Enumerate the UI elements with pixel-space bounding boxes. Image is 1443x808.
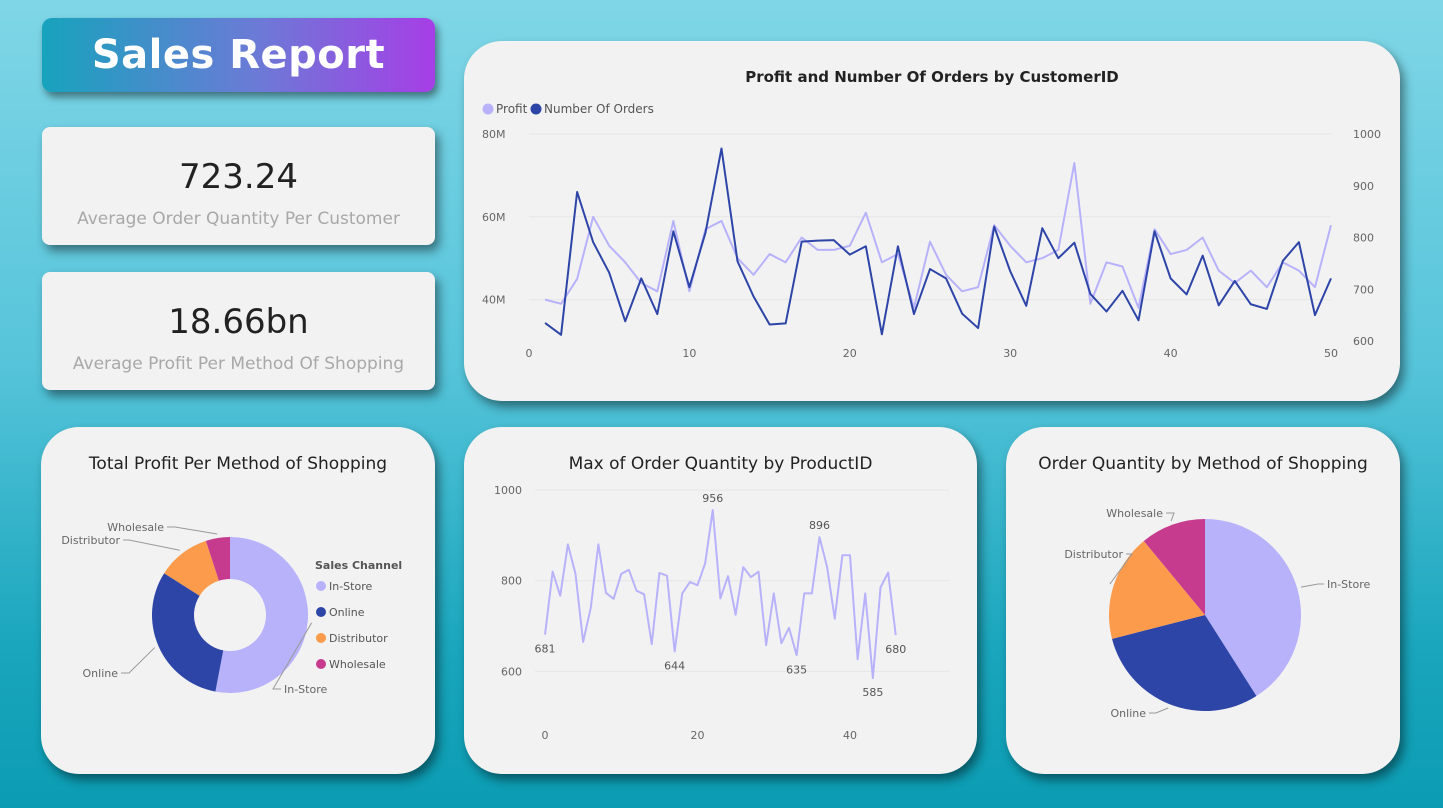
leader-line (167, 526, 218, 535)
legend-label[interactable]: In-Store (329, 580, 372, 593)
x-tick-label: 0 (542, 729, 549, 742)
kpi-value: 18.66bn (168, 302, 309, 342)
y-left-tick-label: 40M (482, 294, 506, 307)
slice-label: Online (1111, 707, 1147, 720)
legend-marker (316, 607, 326, 617)
slice-label: Wholesale (107, 521, 164, 534)
slice-label: Distributor (61, 534, 120, 547)
y-right-tick-label: 800 (1353, 232, 1374, 245)
profit-orders-chart-card[interactable]: Profit and Number Of Orders by CustomerI… (464, 41, 1400, 401)
data-label: 644 (664, 659, 685, 672)
x-tick-label: 50 (1324, 347, 1338, 360)
data-label: 956 (702, 492, 723, 505)
kpi-card-avg-order-quantity[interactable]: 723.24 Average Order Quantity Per Custom… (42, 127, 435, 245)
kpi-value: 723.24 (179, 157, 298, 197)
y-right-tick-label: 600 (1353, 335, 1374, 348)
legend-orders-marker (530, 103, 542, 115)
data-label: 681 (535, 643, 556, 656)
leader-line (1149, 707, 1169, 714)
x-tick-label: 40 (1164, 347, 1178, 360)
legend-profit-marker (482, 103, 494, 115)
legend-title: Sales Channel (315, 559, 402, 572)
profit-orders-line-chart[interactable]: Profit and Number Of Orders by CustomerI… (464, 41, 1400, 401)
leader-line (1300, 583, 1324, 588)
profit-by-method-chart-card[interactable]: Total Profit Per Method of Shopping In-S… (41, 427, 435, 774)
x-tick-label: 10 (682, 347, 696, 360)
report-title-banner: Sales Report (42, 18, 435, 92)
x-tick-label: 20 (843, 347, 857, 360)
legend-marker (316, 633, 326, 643)
data-label: 896 (809, 519, 830, 532)
legend-profit-label[interactable]: Profit (496, 102, 528, 116)
y-tick-label: 1000 (494, 484, 522, 497)
y-left-tick-label: 60M (482, 211, 506, 224)
leader-line (1166, 512, 1175, 522)
y-right-tick-label: 900 (1353, 180, 1374, 193)
slice-label: Distributor (1064, 548, 1123, 561)
max-order-quantity-chart-card[interactable]: Max of Order Quantity by ProductID 600 80… (464, 427, 977, 774)
slice-label: In-Store (284, 683, 327, 696)
slice-label: In-Store (1327, 578, 1370, 591)
order-quantity-by-method-pie-chart[interactable]: In-Store Online Distributor Wholesale (1006, 427, 1400, 774)
kpi-label: Average Profit Per Method Of Shopping (72, 354, 405, 374)
page-title: Sales Report (91, 32, 386, 78)
x-tick-label: 0 (526, 347, 533, 360)
max-order-quantity-line-chart[interactable]: 600 800 1000 0 20 40 681 644 956 635 896 585 680 (464, 427, 977, 774)
slice-label: Online (83, 667, 119, 680)
data-label: 680 (885, 643, 906, 656)
legend-label[interactable]: Online (329, 606, 365, 619)
x-tick-label: 20 (691, 729, 705, 742)
chart-title: Profit and Number Of Orders by CustomerI… (745, 68, 1119, 86)
y-left-tick-label: 80M (482, 128, 506, 141)
pie-slice-online[interactable] (152, 573, 224, 692)
x-tick-label: 30 (1003, 347, 1017, 360)
y-right-tick-label: 1000 (1353, 128, 1381, 141)
y-tick-label: 600 (501, 665, 522, 678)
slice-label: Wholesale (1106, 507, 1163, 520)
leader-line (123, 539, 180, 551)
legend-label[interactable]: Distributor (329, 632, 388, 645)
legend-marker (316, 581, 326, 591)
y-tick-label: 800 (501, 575, 522, 588)
data-label: 635 (786, 664, 807, 677)
data-label: 585 (862, 686, 883, 699)
max-order-quantity-line[interactable] (544, 508, 897, 680)
orders-series-line[interactable] (544, 147, 1332, 336)
legend-label[interactable]: Wholesale (329, 658, 386, 671)
legend-marker (316, 659, 326, 669)
kpi-card-avg-profit[interactable]: 18.66bn Average Profit Per Method Of Sho… (42, 272, 435, 390)
y-right-tick-label: 700 (1353, 283, 1374, 296)
x-tick-label: 40 (843, 729, 857, 742)
order-quantity-by-method-chart-card[interactable]: Order Quantity by Method of Shopping In-… (1006, 427, 1400, 774)
profit-by-method-donut-chart[interactable]: In-StoreOnlineDistributorWholesale Sales… (41, 427, 435, 774)
leader-line (121, 647, 156, 674)
kpi-label: Average Order Quantity Per Customer (77, 209, 400, 229)
legend-orders-label[interactable]: Number Of Orders (544, 102, 654, 116)
